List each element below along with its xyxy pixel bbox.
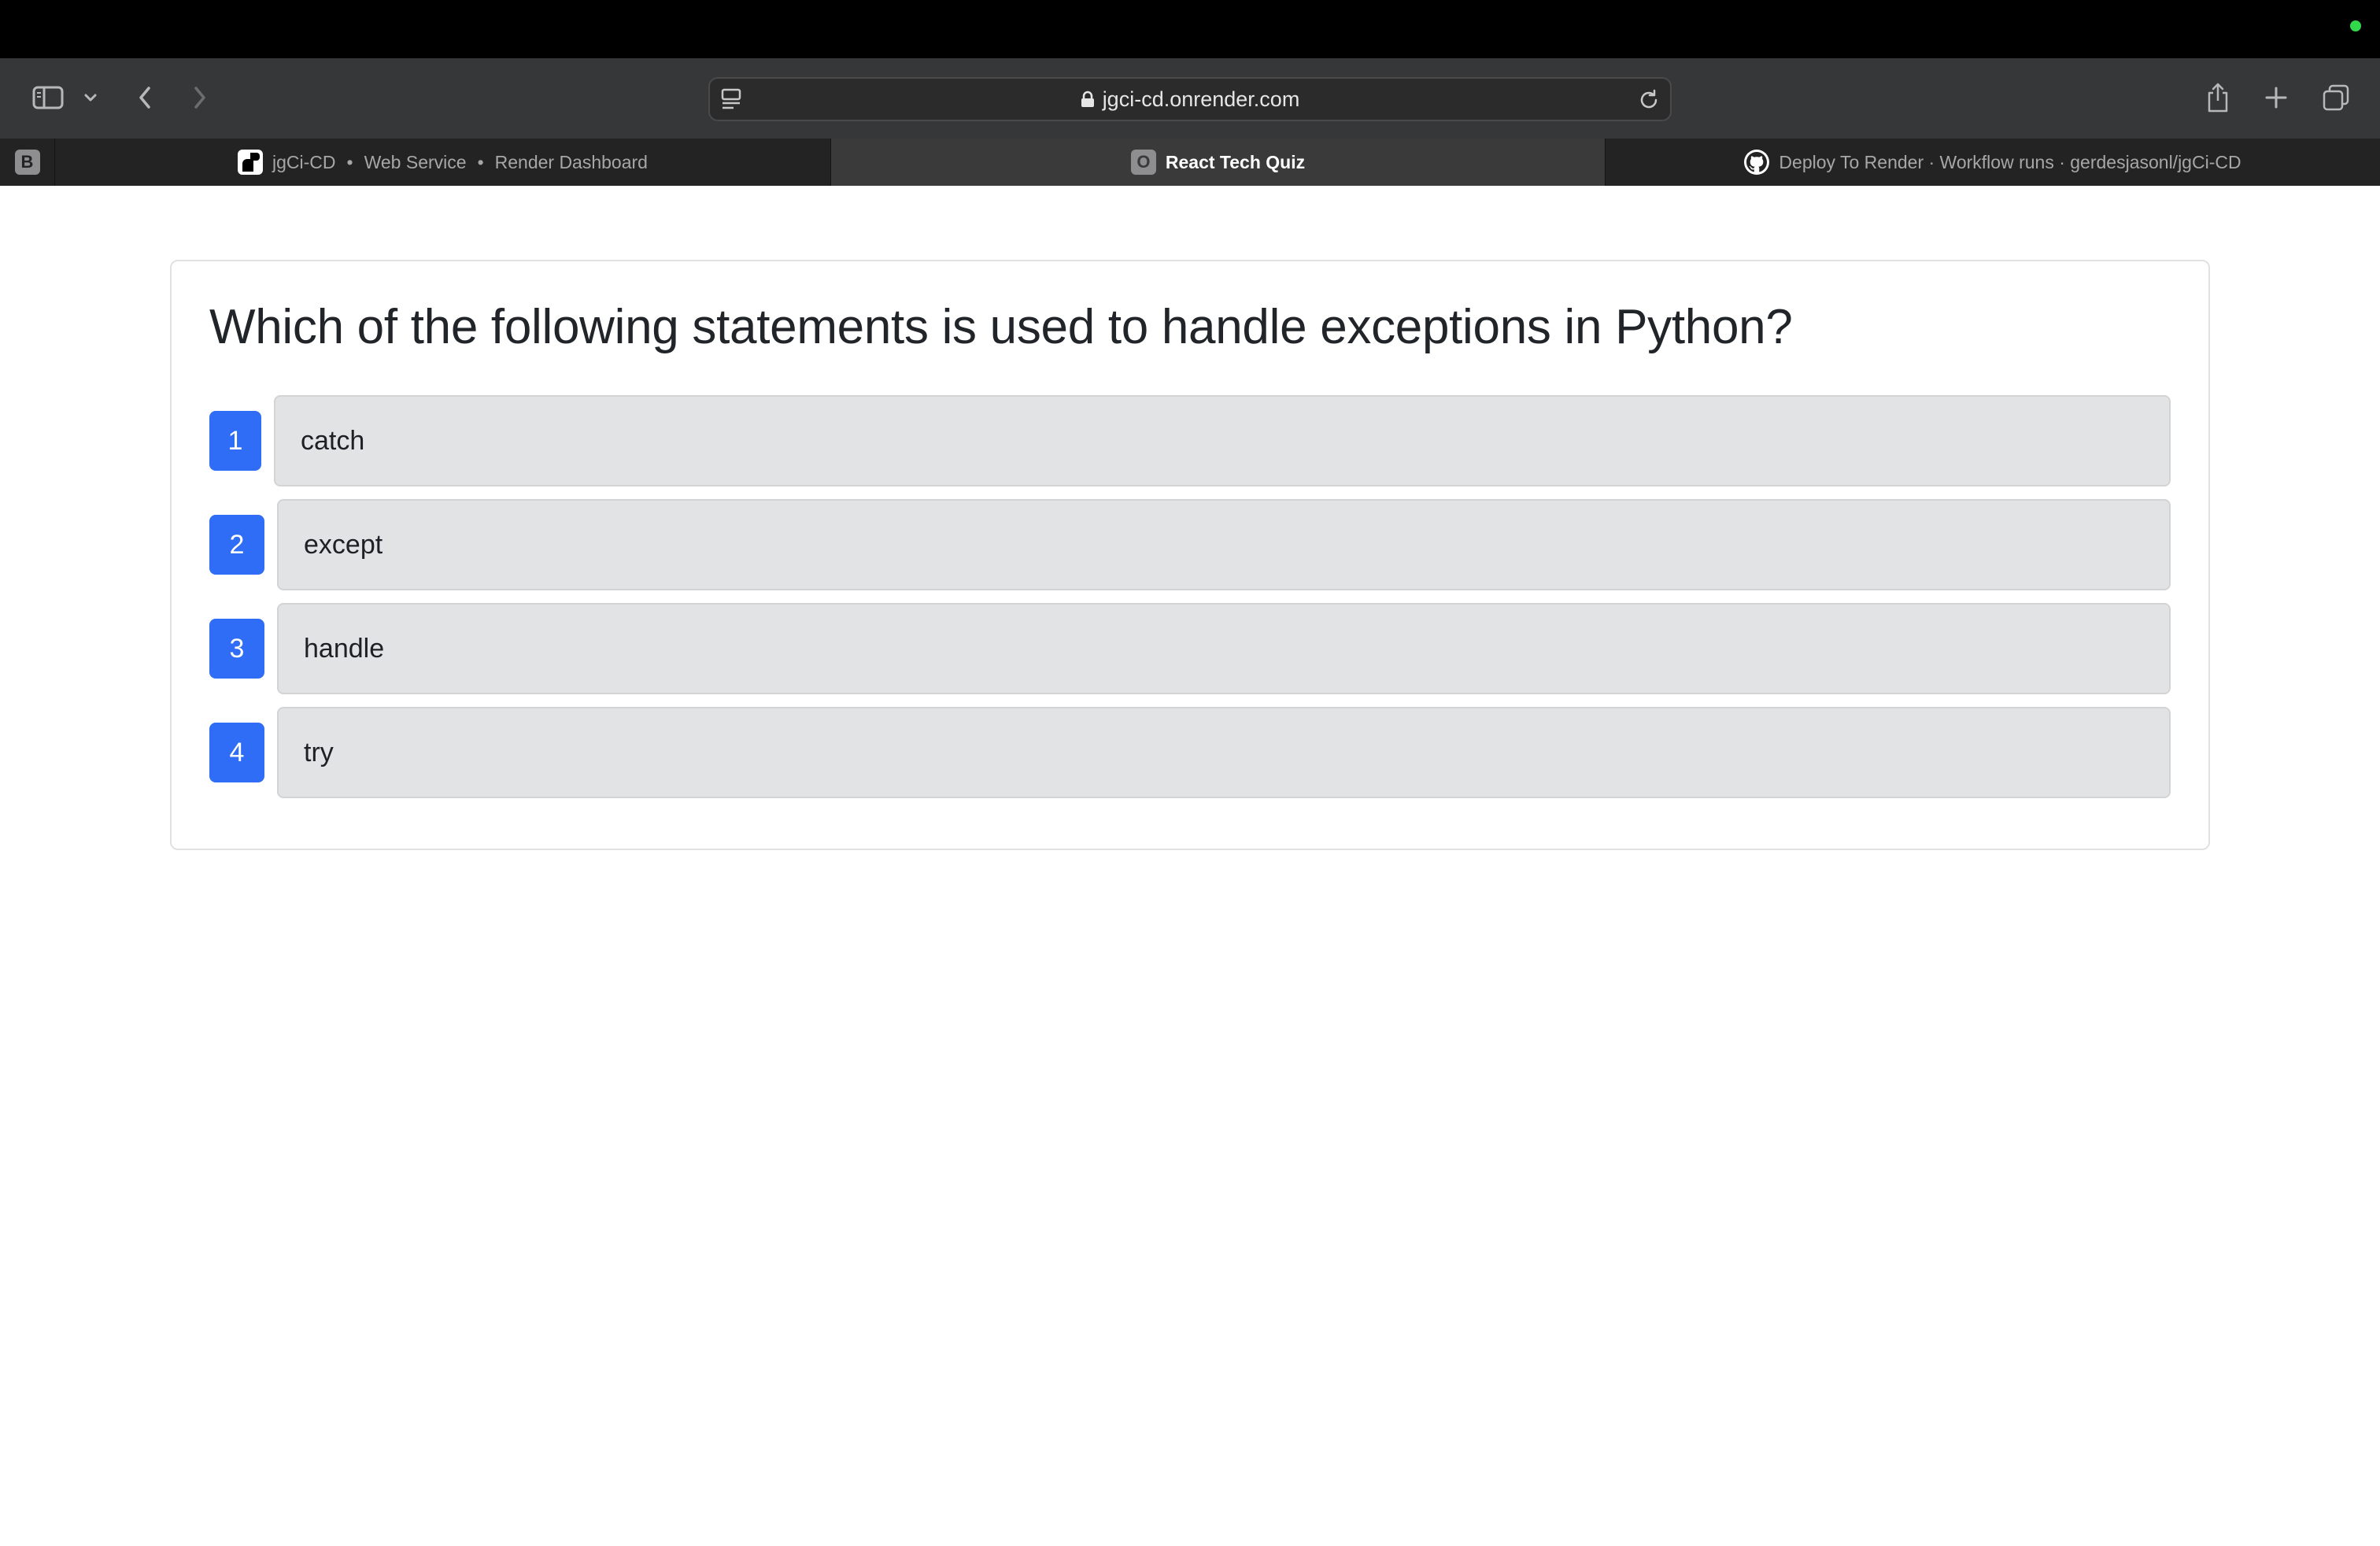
page-content: Which of the following statements is use… [0,186,2380,1546]
github-icon [1744,150,1770,175]
status-indicator-dot [2350,20,2361,31]
address-bar[interactable]: jgci-cd.onrender.com [708,77,1672,121]
chevron-down-icon[interactable] [77,76,104,120]
reload-icon[interactable] [1637,88,1661,112]
sidebar-icon[interactable] [28,76,68,120]
answer-option: 1 catch [209,395,2171,486]
tab-render-dashboard[interactable]: jgCi-CD • Web Service • Render Dashboard [55,139,831,186]
tab-github-workflow[interactable]: Deploy To Render · Workflow runs · gerde… [1606,139,2380,186]
chevron-left-icon[interactable] [129,76,161,120]
chevron-right-icon[interactable] [184,76,216,120]
tab-title: React Tech Quiz [1165,151,1306,172]
tab-title-part: Web Service [364,151,467,172]
answer-button[interactable]: except [277,499,2171,590]
answer-option: 3 handle [209,603,2171,694]
url-text: jgci-cd.onrender.com [1102,87,1300,111]
plus-icon[interactable] [2257,76,2295,120]
share-icon[interactable] [2199,76,2237,120]
option-number-badge: 4 [209,723,264,782]
pinned-tab-icon: B [14,150,40,175]
answer-option: 4 try [209,707,2171,798]
lock-icon [1081,91,1095,108]
tab-title: Deploy To Render · Workflow runs · gerde… [1779,151,2241,172]
tab-pinned[interactable]: B [0,139,55,186]
option-number-badge: 1 [209,411,261,471]
answer-option: 2 except [209,499,2171,590]
tab-overview-icon[interactable] [2315,76,2356,120]
question-text: Which of the following statements is use… [209,300,1793,354]
render-logo-icon [238,150,264,175]
option-number-badge: 3 [209,619,264,679]
answer-button[interactable]: catch [274,395,2171,486]
tab-title-part: jgCi-CD [272,151,336,172]
tab-react-tech-quiz[interactable]: O React Tech Quiz [831,139,1606,186]
tab-bar: B jgCi-CD • Web Service • Render Dashboa… [0,139,2380,186]
option-number-badge: 2 [209,515,264,575]
answer-button[interactable]: try [277,707,2171,798]
browser-toolbar: jgci-cd.onrender.com [0,58,2380,139]
tab-title-separator: • [477,151,484,172]
answer-button[interactable]: handle [277,603,2171,694]
system-menubar [0,0,2380,58]
tab-title-separator: • [346,151,353,172]
tab-title-part: Render Dashboard [494,151,648,172]
quiz-card: Which of the following statements is use… [170,260,2210,850]
quiz-favicon-icon: O [1130,150,1156,175]
